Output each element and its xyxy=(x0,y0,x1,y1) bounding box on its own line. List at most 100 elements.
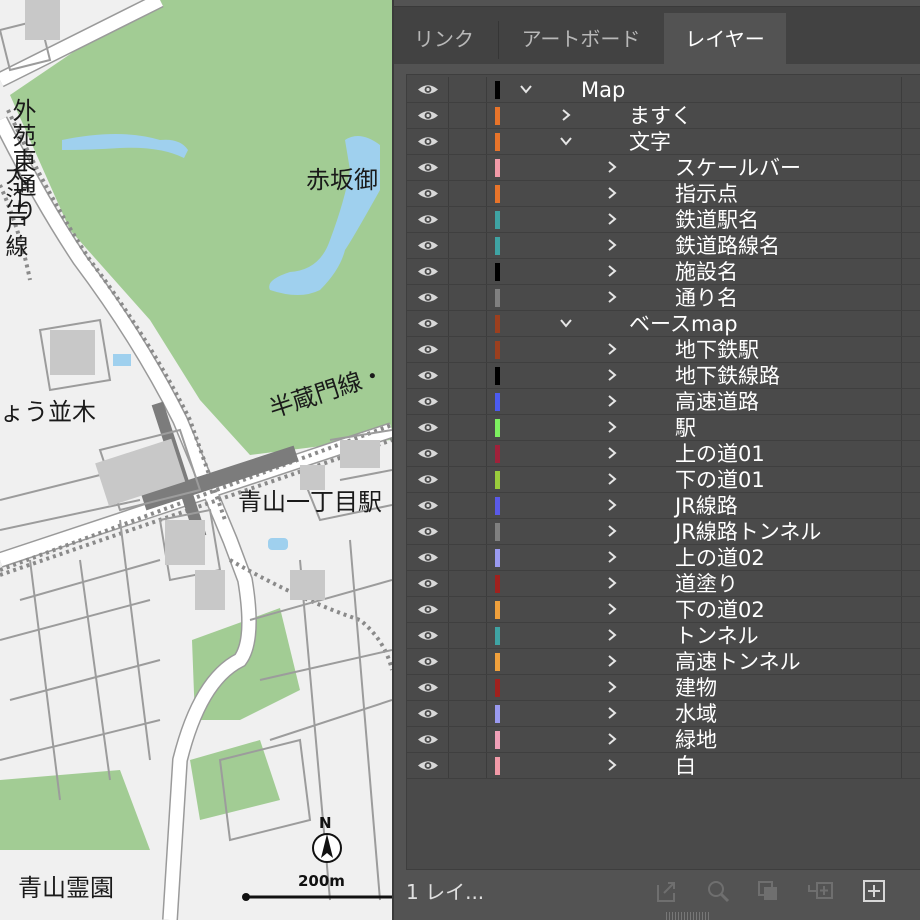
layer-row[interactable]: トンネル xyxy=(407,623,920,649)
layer-row[interactable]: スケールバー xyxy=(407,155,920,181)
visibility-toggle[interactable] xyxy=(407,337,449,362)
lock-toggle[interactable] xyxy=(449,493,487,518)
layer-row[interactable]: 高速トンネル xyxy=(407,649,920,675)
lock-toggle[interactable] xyxy=(449,103,487,128)
search-layer-button[interactable] xyxy=(704,877,732,905)
visibility-toggle[interactable] xyxy=(407,415,449,440)
chevron-right-icon[interactable] xyxy=(605,758,619,772)
layer-name[interactable]: 下の道02 xyxy=(675,597,765,623)
chevron-right-icon[interactable] xyxy=(605,732,619,746)
lock-toggle[interactable] xyxy=(449,233,487,258)
chevron-right-icon[interactable] xyxy=(605,576,619,590)
visibility-toggle[interactable] xyxy=(407,727,449,752)
visibility-toggle[interactable] xyxy=(407,207,449,232)
visibility-toggle[interactable] xyxy=(407,597,449,622)
layer-name[interactable]: 地下鉄線路 xyxy=(675,363,780,389)
layer-name[interactable]: 水域 xyxy=(675,701,717,727)
layer-row[interactable]: 下の道02 xyxy=(407,597,920,623)
new-layer-button[interactable] xyxy=(860,877,888,905)
visibility-toggle[interactable] xyxy=(407,233,449,258)
visibility-toggle[interactable] xyxy=(407,701,449,726)
chevron-right-icon[interactable] xyxy=(559,108,573,122)
lock-toggle[interactable] xyxy=(449,597,487,622)
visibility-toggle[interactable] xyxy=(407,571,449,596)
lock-toggle[interactable] xyxy=(449,259,487,284)
panel-resize-grip[interactable] xyxy=(666,912,710,920)
layer-row[interactable]: 通り名 xyxy=(407,285,920,311)
lock-toggle[interactable] xyxy=(449,649,487,674)
layer-name[interactable]: 高速道路 xyxy=(675,389,759,415)
lock-toggle[interactable] xyxy=(449,623,487,648)
layer-name[interactable]: 鉄道駅名 xyxy=(675,207,759,233)
chevron-right-icon[interactable] xyxy=(605,342,619,356)
lock-toggle[interactable] xyxy=(449,753,487,778)
chevron-down-icon[interactable] xyxy=(559,316,573,330)
layer-name[interactable]: 施設名 xyxy=(675,259,738,285)
tab-links[interactable]: リンク xyxy=(394,13,494,65)
layer-name[interactable]: スケールバー xyxy=(675,155,801,181)
layer-row[interactable]: 地下鉄駅 xyxy=(407,337,920,363)
layer-name[interactable]: 通り名 xyxy=(675,285,738,311)
layer-row[interactable]: 緑地 xyxy=(407,727,920,753)
lock-toggle[interactable] xyxy=(449,545,487,570)
layer-name[interactable]: 指示点 xyxy=(675,181,738,207)
lock-toggle[interactable] xyxy=(449,519,487,544)
visibility-toggle[interactable] xyxy=(407,545,449,570)
layer-name[interactable]: 鉄道路線名 xyxy=(675,233,780,259)
layer-row[interactable]: 建物 xyxy=(407,675,920,701)
layer-row[interactable]: 文字 xyxy=(407,129,920,155)
lock-toggle[interactable] xyxy=(449,285,487,310)
chevron-right-icon[interactable] xyxy=(605,394,619,408)
layer-name[interactable]: JR線路トンネル xyxy=(675,519,821,545)
visibility-toggle[interactable] xyxy=(407,103,449,128)
layer-name[interactable]: 高速トンネル xyxy=(675,649,801,675)
visibility-toggle[interactable] xyxy=(407,519,449,544)
layer-name[interactable]: 上の道02 xyxy=(675,545,765,571)
lock-toggle[interactable] xyxy=(449,389,487,414)
chevron-right-icon[interactable] xyxy=(605,186,619,200)
lock-toggle[interactable] xyxy=(449,467,487,492)
layer-row[interactable]: 地下鉄線路 xyxy=(407,363,920,389)
layer-row[interactable]: 道塗り xyxy=(407,571,920,597)
visibility-toggle[interactable] xyxy=(407,675,449,700)
visibility-toggle[interactable] xyxy=(407,441,449,466)
lock-toggle[interactable] xyxy=(449,363,487,388)
visibility-toggle[interactable] xyxy=(407,649,449,674)
layer-row[interactable]: Map xyxy=(407,77,920,103)
chevron-right-icon[interactable] xyxy=(605,602,619,616)
layer-row[interactable]: ますく xyxy=(407,103,920,129)
layer-row[interactable]: 上の道02 xyxy=(407,545,920,571)
layer-name[interactable]: 文字 xyxy=(629,129,671,155)
layer-name[interactable]: JR線路 xyxy=(675,493,738,519)
lock-toggle[interactable] xyxy=(449,155,487,180)
lock-toggle[interactable] xyxy=(449,441,487,466)
layer-name[interactable]: 駅 xyxy=(675,415,696,441)
visibility-toggle[interactable] xyxy=(407,389,449,414)
layer-row[interactable]: 鉄道駅名 xyxy=(407,207,920,233)
visibility-toggle[interactable] xyxy=(407,623,449,648)
layer-name[interactable]: 道塗り xyxy=(675,571,738,597)
lock-toggle[interactable] xyxy=(449,77,487,102)
layer-row[interactable]: 指示点 xyxy=(407,181,920,207)
clipping-mask-button[interactable] xyxy=(754,877,782,905)
export-button[interactable] xyxy=(652,877,680,905)
new-sublayer-button[interactable] xyxy=(806,877,834,905)
lock-toggle[interactable] xyxy=(449,571,487,596)
layer-row[interactable]: 施設名 xyxy=(407,259,920,285)
chevron-right-icon[interactable] xyxy=(605,420,619,434)
lock-toggle[interactable] xyxy=(449,415,487,440)
chevron-right-icon[interactable] xyxy=(605,446,619,460)
chevron-right-icon[interactable] xyxy=(605,264,619,278)
visibility-toggle[interactable] xyxy=(407,77,449,102)
visibility-toggle[interactable] xyxy=(407,363,449,388)
visibility-toggle[interactable] xyxy=(407,753,449,778)
lock-toggle[interactable] xyxy=(449,701,487,726)
chevron-right-icon[interactable] xyxy=(605,212,619,226)
visibility-toggle[interactable] xyxy=(407,259,449,284)
layer-row[interactable]: 鉄道路線名 xyxy=(407,233,920,259)
layer-name[interactable]: トンネル xyxy=(675,623,759,649)
visibility-toggle[interactable] xyxy=(407,129,449,154)
chevron-right-icon[interactable] xyxy=(605,368,619,382)
chevron-right-icon[interactable] xyxy=(605,498,619,512)
chevron-down-icon[interactable] xyxy=(519,82,533,96)
